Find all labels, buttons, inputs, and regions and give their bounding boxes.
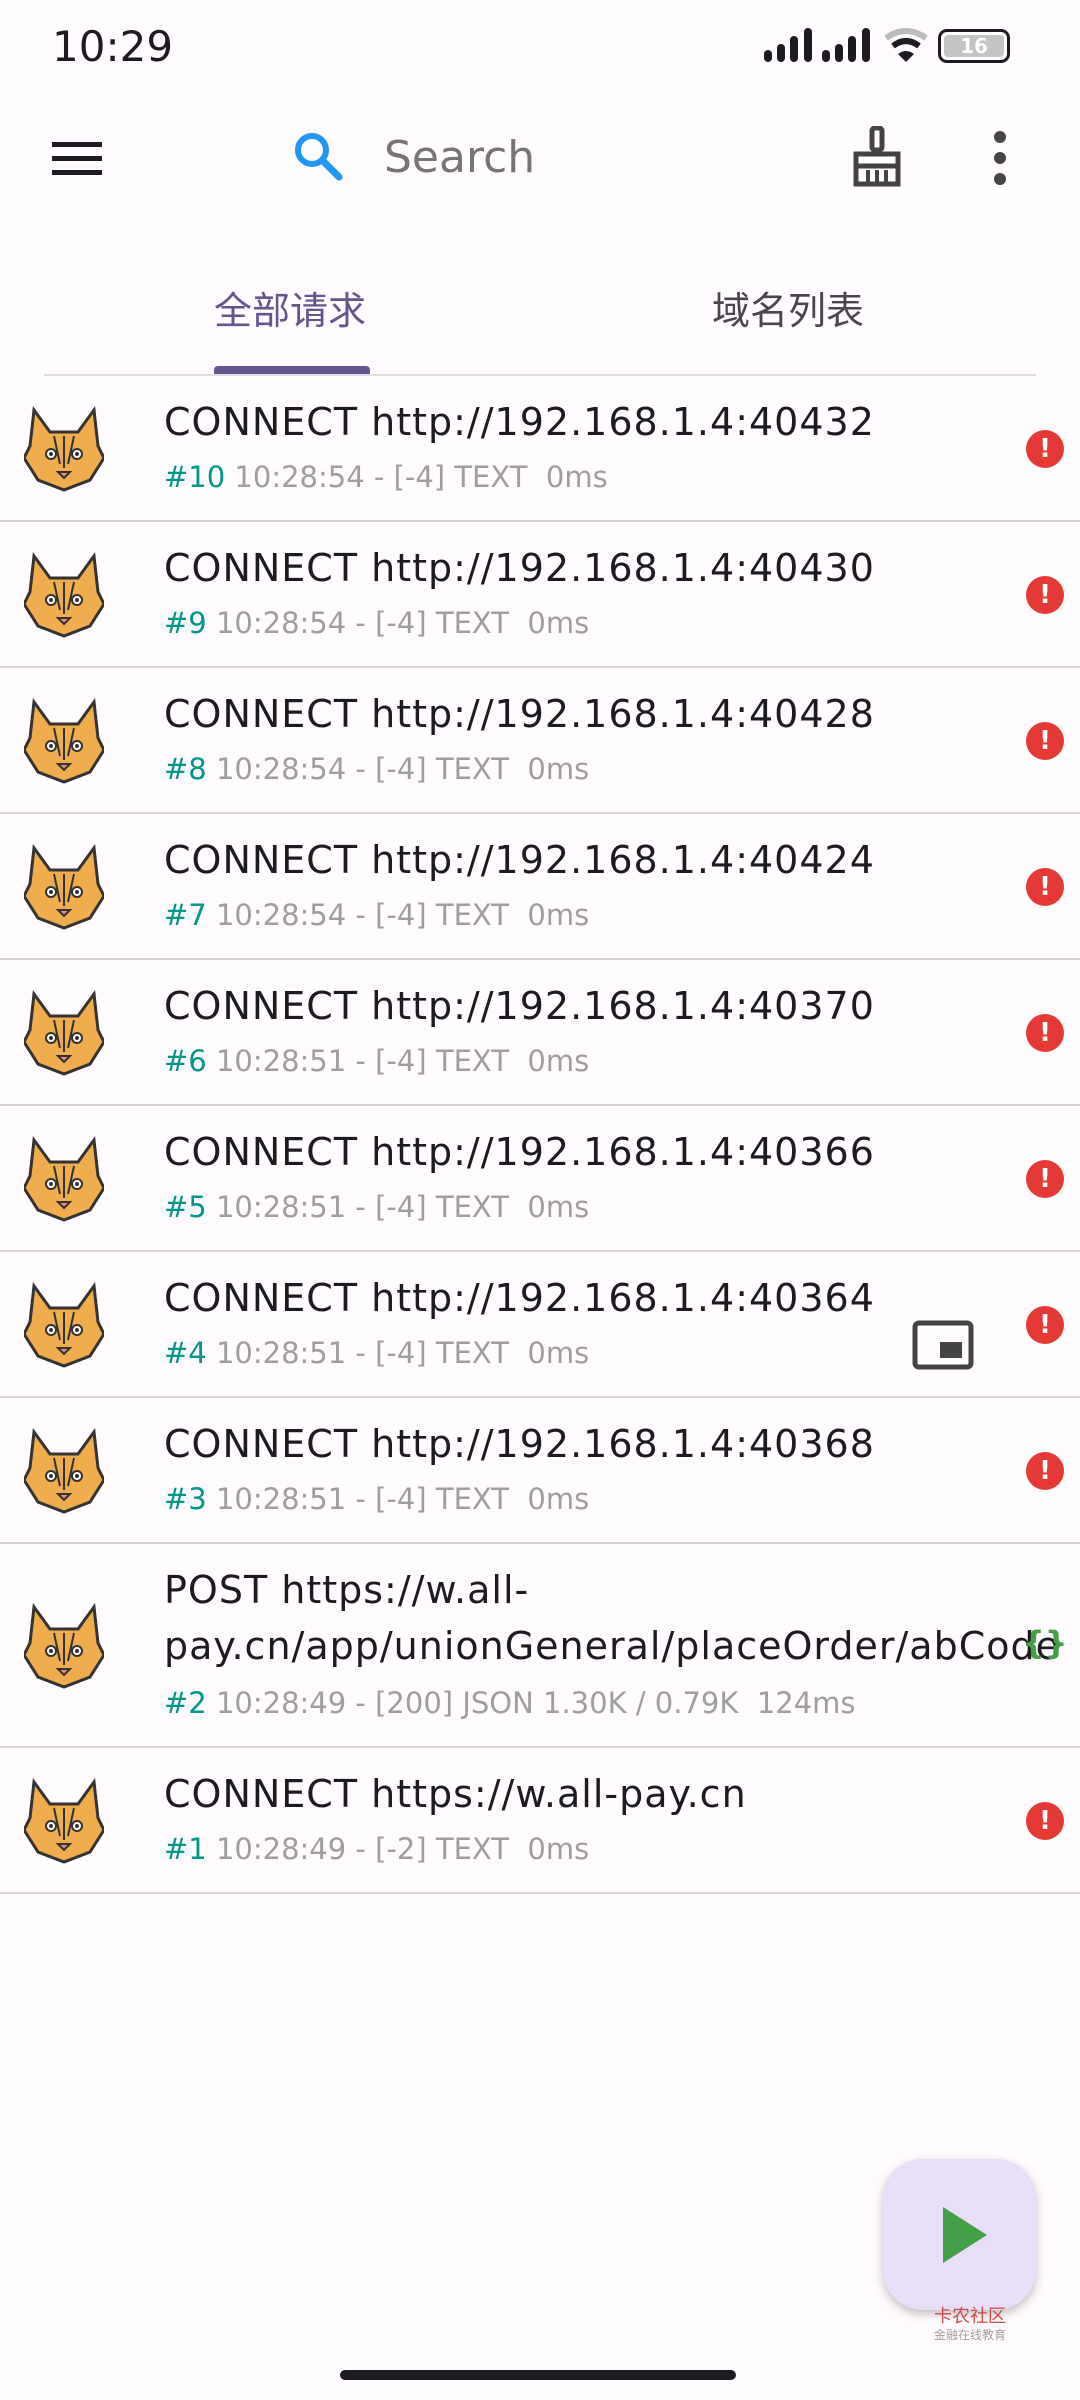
tab-all-requests[interactable]: 全部请求: [140, 280, 440, 335]
request-details: 10:28:54 - [-4] TEXT 0ms: [206, 752, 590, 786]
request-title: CONNECT https://w.all-pay.cn: [164, 1772, 747, 1816]
request-details: 10:28:54 - [-4] TEXT 0ms: [225, 460, 608, 494]
watermark-line2: 金融在线教育: [934, 2328, 1007, 2342]
request-details: 10:28:54 - [-4] TEXT 0ms: [206, 898, 590, 932]
fox-app-icon: [22, 405, 106, 492]
request-row[interactable]: CONNECT http://192.168.1.4:40370 #6 10:28…: [0, 960, 1080, 1106]
fox-app-icon: [22, 1427, 106, 1514]
request-row[interactable]: CONNECT http://192.168.1.4:40430 #9 10:28…: [0, 522, 1080, 668]
menu-button[interactable]: [52, 140, 102, 178]
watermark-line1: 卡农社区: [934, 2306, 1006, 2327]
search-input[interactable]: [384, 128, 804, 186]
broom-icon[interactable]: [850, 126, 904, 188]
picture-in-picture-icon[interactable]: [912, 1320, 974, 1370]
menu-icon: [52, 142, 102, 175]
watermark: 卡农社区 金融在线教育: [902, 2308, 1006, 2344]
request-details: 10:28:54 - [-4] TEXT 0ms: [206, 606, 590, 640]
signal-icon: [764, 28, 870, 62]
request-meta: #7 10:28:54 - [-4] TEXT 0ms: [164, 898, 589, 932]
error-icon: !: [1026, 868, 1064, 906]
json-icon: {}: [1022, 1624, 1068, 1662]
error-icon: !: [1026, 1160, 1064, 1198]
error-icon: !: [1026, 1306, 1064, 1344]
battery-icon: 16: [938, 29, 1010, 63]
request-title: CONNECT http://192.168.1.4:40368: [164, 1422, 875, 1466]
fox-app-icon: [22, 843, 106, 930]
request-meta: #6 10:28:51 - [-4] TEXT 0ms: [164, 1044, 589, 1078]
request-title: CONNECT http://192.168.1.4:40424: [164, 838, 875, 882]
tab-indicator: [214, 366, 370, 374]
request-id: #7: [164, 898, 207, 932]
request-details: 10:28:51 - [-4] TEXT 0ms: [206, 1190, 590, 1224]
request-meta: #10 10:28:54 - [-4] TEXT 0ms: [164, 460, 608, 494]
request-title: CONNECT http://192.168.1.4:40366: [164, 1130, 875, 1174]
more-vert-icon[interactable]: [990, 130, 1010, 186]
search-icon[interactable]: [292, 130, 344, 182]
request-meta: #5 10:28:51 - [-4] TEXT 0ms: [164, 1190, 589, 1224]
error-icon: !: [1026, 1802, 1064, 1840]
request-meta: #9 10:28:54 - [-4] TEXT 0ms: [164, 606, 589, 640]
play-icon: [943, 2207, 987, 2263]
tab-domain-list[interactable]: 域名列表: [638, 280, 938, 335]
battery-level: 16: [944, 35, 1004, 57]
home-indicator[interactable]: [340, 2370, 736, 2380]
request-title: CONNECT http://192.168.1.4:40428: [164, 692, 875, 736]
request-row[interactable]: CONNECT http://192.168.1.4:40366 #5 10:28…: [0, 1106, 1080, 1252]
status-icons: 16: [764, 28, 1010, 64]
request-row[interactable]: CONNECT https://w.all-pay.cn #1 10:28:49 …: [0, 1748, 1080, 1894]
request-id: #2: [164, 1686, 207, 1720]
request-details: 10:28:51 - [-4] TEXT 0ms: [206, 1044, 590, 1078]
request-id: #3: [164, 1482, 207, 1516]
request-row[interactable]: CONNECT http://192.168.1.4:40424 #7 10:28…: [0, 814, 1080, 960]
request-title: CONNECT http://192.168.1.4:40370: [164, 984, 875, 1028]
request-details: 10:28:49 - [-2] TEXT 0ms: [206, 1832, 590, 1866]
request-row[interactable]: POST https://w.all-pay.cn/app/unionGener…: [0, 1544, 1080, 1748]
fox-app-icon: [22, 989, 106, 1076]
wifi-icon: [884, 28, 928, 62]
fox-app-icon: [22, 697, 106, 784]
request-meta: #2 10:28:49 - [200] JSON 1.30K / 0.79K 1…: [164, 1686, 856, 1720]
fox-app-icon: [22, 551, 106, 638]
request-title: POST https://w.all-pay.cn/app/unionGener…: [164, 1568, 1060, 1668]
request-title: CONNECT http://192.168.1.4:40430: [164, 546, 875, 590]
error-icon: !: [1026, 1452, 1064, 1490]
request-row[interactable]: CONNECT http://192.168.1.4:40432 #10 10:2…: [0, 376, 1080, 522]
request-meta: #1 10:28:49 - [-2] TEXT 0ms: [164, 1832, 589, 1866]
request-id: #9: [164, 606, 207, 640]
request-id: #8: [164, 752, 207, 786]
error-icon: !: [1026, 722, 1064, 760]
request-id: #1: [164, 1832, 207, 1866]
error-icon: !: [1026, 576, 1064, 614]
fox-app-icon: [22, 1777, 106, 1864]
request-meta: #3 10:28:51 - [-4] TEXT 0ms: [164, 1482, 589, 1516]
request-meta: #4 10:28:51 - [-4] TEXT 0ms: [164, 1336, 589, 1370]
request-details: 10:28:49 - [200] JSON 1.30K / 0.79K 124m…: [206, 1686, 856, 1720]
error-icon: !: [1026, 1014, 1064, 1052]
request-meta: #8 10:28:54 - [-4] TEXT 0ms: [164, 752, 589, 786]
fox-app-icon: [22, 1602, 106, 1689]
request-title: CONNECT http://192.168.1.4:40432: [164, 400, 875, 444]
request-title: CONNECT http://192.168.1.4:40364: [164, 1276, 875, 1320]
request-details: 10:28:51 - [-4] TEXT 0ms: [206, 1336, 590, 1370]
request-id: #4: [164, 1336, 207, 1370]
start-fab[interactable]: [883, 2159, 1036, 2310]
fox-app-icon: [22, 1135, 106, 1222]
request-id: #5: [164, 1190, 207, 1224]
fox-app-icon: [22, 1281, 106, 1368]
status-time: 10:29: [52, 22, 174, 71]
request-details: 10:28:51 - [-4] TEXT 0ms: [206, 1482, 590, 1516]
request-row[interactable]: CONNECT http://192.168.1.4:40368 #3 10:28…: [0, 1398, 1080, 1544]
request-row[interactable]: CONNECT http://192.168.1.4:40428 #8 10:28…: [0, 668, 1080, 814]
request-id: #10: [164, 460, 226, 494]
request-id: #6: [164, 1044, 207, 1078]
error-icon: !: [1026, 430, 1064, 468]
